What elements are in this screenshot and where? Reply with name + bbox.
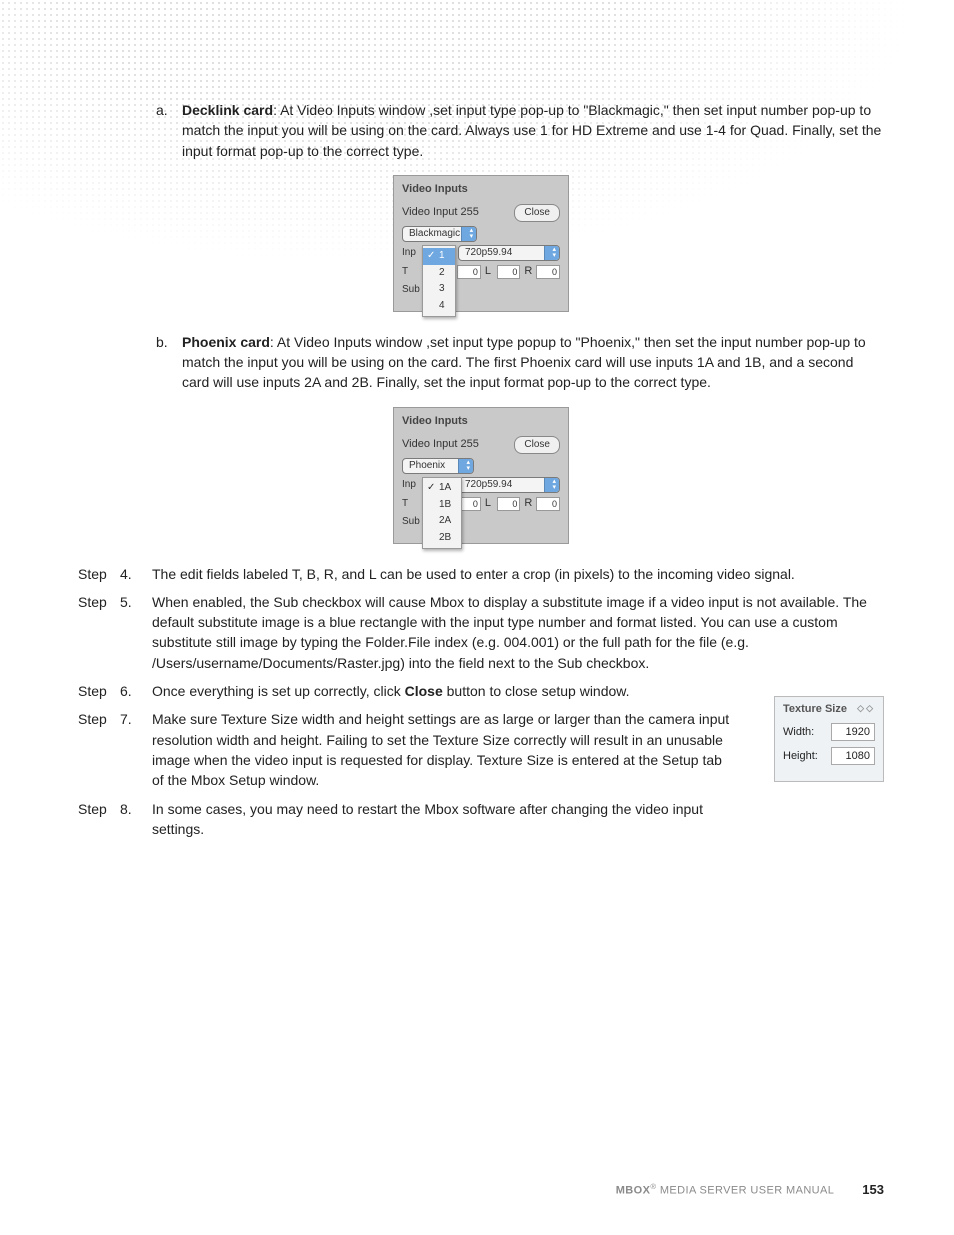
updown-icon: ▴▾ (552, 479, 556, 491)
footer-brand: MBOX (616, 1185, 651, 1197)
check-icon: ✓ (427, 481, 435, 496)
steps-list: Step4.The edit fields labeled T, B, R, a… (78, 564, 884, 840)
sub-text-a: Decklink card: At Video Inputs window ,s… (182, 100, 884, 161)
r-field[interactable]: 0 (536, 497, 560, 511)
close-button[interactable]: Close (514, 204, 560, 223)
r-label: R (524, 496, 532, 512)
footer-tail: MEDIA SERVER USER MANUAL (656, 1185, 834, 1197)
step-text: Make sure Texture Size width and height … (152, 709, 884, 790)
t-field[interactable]: 0 (457, 265, 481, 279)
type-select-blackmagic[interactable]: Blackmagic ▴▾ (402, 226, 477, 242)
step-number: 4. (120, 564, 152, 584)
updown-icon: ▴▾ (466, 460, 470, 472)
l-field[interactable]: 0 (497, 265, 521, 279)
inp-label: Inp (402, 246, 422, 261)
l-label: L (485, 264, 493, 280)
sub-label: Sub (402, 283, 422, 298)
l-label: L (485, 496, 493, 512)
sub-heading-b: Phoenix card (182, 334, 270, 350)
step-number: 5. (120, 592, 152, 673)
r-field[interactable]: 0 (536, 265, 560, 279)
menu-item-2[interactable]: 2 (423, 265, 455, 282)
step-number: 6. (120, 681, 152, 701)
menu-item-2b[interactable]: 2B (423, 530, 461, 547)
inp-label: Inp (402, 478, 422, 493)
step-text: In some cases, you may need to restart t… (152, 799, 884, 840)
sub-item-a: a. Decklink card: At Video Inputs window… (78, 100, 884, 161)
t-label: T (402, 265, 422, 280)
step-label: Step (78, 709, 120, 790)
page-number: 153 (862, 1182, 884, 1197)
sub-letter-a: a. (156, 100, 182, 161)
figure-phoenix: Video Inputs Video Input 255 Close Phoen… (78, 407, 884, 544)
close-button[interactable]: Close (514, 436, 560, 455)
menu-item-1[interactable]: ✓1 (423, 248, 455, 265)
panel1-input-label: Video Input 255 (402, 205, 479, 221)
step-row: Step5.When enabled, the Sub checkbox wil… (78, 592, 884, 673)
sub-body-a: : At Video Inputs window ,set input type… (182, 102, 881, 159)
sub-text-b: Phoenix card: At Video Inputs window ,se… (182, 332, 884, 393)
step-row: Step8.In some cases, you may need to res… (78, 799, 884, 840)
format-select[interactable]: 720p59.94 ▴▾ (458, 477, 560, 493)
step-label: Step (78, 592, 120, 673)
panel2-input-label: Video Input 255 (402, 437, 479, 453)
type-select-value: Blackmagic (409, 227, 460, 242)
format-select[interactable]: 720p59.94 ▴▾ (458, 245, 560, 261)
step-text: The edit fields labeled T, B, R, and L c… (152, 564, 884, 584)
figure-decklink: Video Inputs Video Input 255 Close Black… (78, 175, 884, 312)
format-value: 720p59.94 (465, 478, 512, 493)
input-number-menu[interactable]: ✓1 2 3 4 (422, 245, 456, 317)
step-row: Step4.The edit fields labeled T, B, R, a… (78, 564, 884, 584)
type-select-value: Phoenix (409, 459, 445, 474)
input-number-menu[interactable]: ✓1A 1B 2A 2B (422, 477, 462, 549)
type-select-phoenix[interactable]: Phoenix ▴▾ (402, 458, 474, 474)
menu-item-2a[interactable]: 2A (423, 513, 461, 530)
step-text: Once everything is set up correctly, cli… (152, 681, 884, 701)
t-label: T (402, 497, 422, 512)
r-label: R (524, 264, 532, 280)
step-number: 8. (120, 799, 152, 840)
menu-item-3[interactable]: 3 (423, 281, 455, 298)
sub-item-b: b. Phoenix card: At Video Inputs window … (78, 332, 884, 393)
sub-heading-a: Decklink card (182, 102, 273, 118)
updown-icon: ▴▾ (470, 228, 474, 240)
sub-label: Sub (402, 515, 422, 530)
step-number: 7. (120, 709, 152, 790)
video-inputs-panel-1: Video Inputs Video Input 255 Close Black… (393, 175, 569, 312)
menu-item-1b[interactable]: 1B (423, 497, 461, 514)
step-label: Step (78, 799, 120, 840)
panel2-title: Video Inputs (402, 414, 560, 430)
sub-letter-b: b. (156, 332, 182, 393)
menu-item-1a[interactable]: ✓1A (423, 480, 461, 497)
panel1-title: Video Inputs (402, 182, 560, 198)
video-inputs-panel-2: Video Inputs Video Input 255 Close Phoen… (393, 407, 569, 544)
step-text: When enabled, the Sub checkbox will caus… (152, 592, 884, 673)
format-value: 720p59.94 (465, 246, 512, 261)
step-label: Step (78, 681, 120, 701)
sub-body-b: : At Video Inputs window ,set input type… (182, 334, 866, 391)
page-footer: MBOX® MEDIA SERVER USER MANUAL 153 (0, 1182, 954, 1197)
step-label: Step (78, 564, 120, 584)
page-content: a. Decklink card: At Video Inputs window… (0, 0, 954, 839)
step-row: Step7.Make sure Texture Size width and h… (78, 709, 884, 790)
updown-icon: ▴▾ (552, 247, 556, 259)
check-icon: ✓ (427, 249, 435, 264)
footer-text: MBOX® MEDIA SERVER USER MANUAL (616, 1182, 835, 1197)
l-field[interactable]: 0 (497, 497, 521, 511)
step-row: Step6.Once everything is set up correctl… (78, 681, 884, 701)
menu-item-4[interactable]: 4 (423, 298, 455, 315)
